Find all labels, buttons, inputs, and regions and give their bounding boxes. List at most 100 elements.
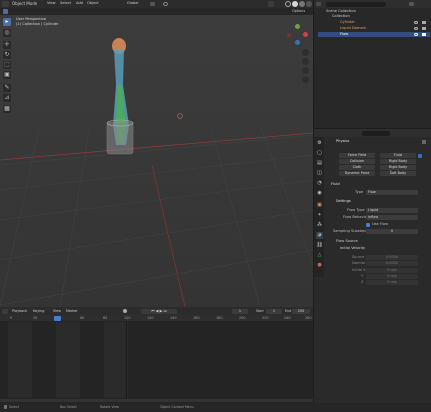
use-flow-label: Use Flow — [372, 222, 389, 226]
initial-y-field[interactable]: 0 m/s — [366, 274, 418, 279]
source-field[interactable]: 0.0000 — [366, 255, 418, 260]
zoom-icon[interactable] — [302, 49, 309, 56]
solid-shading-icon[interactable] — [292, 1, 298, 7]
select-box-icon[interactable] — [3, 9, 8, 14]
material-shading-icon[interactable] — [299, 1, 305, 7]
current-frame-field[interactable]: 1 — [232, 308, 248, 314]
rendered-shading-icon[interactable] — [306, 1, 312, 7]
tab-view-layer[interactable]: ◫ — [316, 170, 323, 177]
use-flow-checkbox[interactable] — [366, 222, 370, 227]
menu-select[interactable]: Select — [60, 1, 71, 6]
tab-material[interactable]: ● — [316, 262, 323, 269]
render-camera-icon-2[interactable] — [422, 27, 426, 30]
proportional-icon[interactable] — [163, 2, 168, 6]
orientation-dropdown[interactable]: Global — [127, 1, 138, 6]
flow-source-header[interactable]: Flow Source — [336, 239, 358, 244]
timeline-menu-keying[interactable]: Keying — [33, 309, 44, 313]
normal-field[interactable]: 0.0000 — [366, 261, 418, 266]
timeline-menu-playback[interactable]: Playback — [12, 309, 27, 313]
options-dropdown[interactable]: Options — [292, 9, 305, 13]
tab-output[interactable]: ▤ — [316, 160, 323, 167]
dynamic-paint-button[interactable]: Dynamic Paint — [339, 171, 375, 176]
snap-icon[interactable] — [150, 2, 155, 6]
transform-tool-icon[interactable]: ▣ — [3, 71, 11, 79]
menu-view[interactable]: View — [47, 1, 56, 6]
timeline-menu-view[interactable]: View — [53, 309, 61, 313]
rotate-tool-icon[interactable]: ↻ — [3, 51, 11, 59]
gizmo-x-icon[interactable] — [303, 32, 308, 37]
end-field[interactable]: 250 — [292, 308, 310, 314]
tab-tool[interactable]: ⚙ — [316, 140, 323, 147]
annotate-tool-icon[interactable]: ✎ — [3, 84, 11, 92]
ortho-icon[interactable] — [302, 76, 309, 83]
gizmo-y-icon[interactable] — [295, 24, 300, 29]
properties-search-input[interactable] — [362, 130, 390, 136]
fluid-object[interactable] — [0, 15, 313, 307]
menu-add[interactable]: Add — [76, 1, 83, 6]
move-tool-icon[interactable]: ✛ — [3, 41, 11, 49]
visibility-eye-icon-2[interactable] — [414, 27, 418, 30]
settings-section-header[interactable]: Settings — [336, 199, 351, 204]
cursor-tool-icon[interactable]: ◎ — [3, 29, 11, 37]
rigid-body-constraint-button[interactable]: Rigid Body Constraint — [380, 165, 416, 174]
sampling-field[interactable]: 0 — [366, 229, 418, 234]
overlay-icon[interactable] — [268, 1, 274, 7]
initial-z-label: Z — [361, 280, 364, 284]
start-field[interactable]: 1 — [266, 308, 282, 314]
visibility-eye-icon-3[interactable] — [414, 33, 418, 36]
tab-object[interactable]: ▣ — [316, 202, 323, 209]
initial-z-field[interactable]: 0 m/s — [366, 280, 418, 285]
render-camera-icon-3[interactable] — [422, 33, 426, 36]
cloth-button[interactable]: Cloth — [339, 165, 375, 170]
outliner-filter-icon[interactable] — [316, 2, 321, 6]
playhead[interactable] — [54, 315, 61, 321]
playback-controls[interactable]: ⏮ ◀ ▶ ⏭ — [141, 308, 177, 314]
fluid-button[interactable]: Fluid — [380, 153, 416, 158]
render-camera-icon[interactable] — [422, 21, 426, 24]
mode-dropdown[interactable]: Object Mode — [12, 2, 37, 6]
tab-constraints[interactable]: ⛓ — [316, 242, 323, 249]
tab-modifiers[interactable]: ✦ — [316, 212, 323, 219]
outliner-funnel-icon[interactable] — [409, 2, 414, 6]
tab-scene[interactable]: ◔ — [316, 180, 323, 187]
tab-render[interactable]: ▢ — [316, 150, 323, 157]
wireframe-shading-icon[interactable] — [285, 1, 291, 7]
3d-viewport[interactable]: User Perspective (1) Collection | Cylind… — [0, 15, 313, 307]
tab-physics[interactable]: ◕ — [316, 232, 323, 239]
timeline-area[interactable] — [0, 315, 313, 403]
tab-world[interactable]: ◉ — [316, 190, 323, 197]
editor-type-icon[interactable] — [2, 1, 9, 7]
menu-object[interactable]: Object — [87, 1, 99, 6]
pin-icon[interactable] — [422, 140, 426, 144]
visibility-eye-icon[interactable] — [414, 21, 418, 24]
camera-icon[interactable] — [302, 67, 309, 74]
timeline-menu-marker[interactable]: Marker — [66, 309, 78, 313]
record-icon[interactable] — [123, 309, 127, 313]
scale-tool-icon[interactable]: ⬚ — [3, 61, 11, 69]
measure-tool-icon[interactable]: ⊿ — [3, 94, 11, 102]
force-field-button[interactable]: Force Field — [339, 153, 375, 158]
initial-x-label: Initial X — [352, 268, 366, 272]
initial-x-field[interactable]: 0 m/s — [366, 268, 418, 273]
add-cube-tool-icon[interactable]: ▦ — [3, 105, 11, 113]
fluid-section-header[interactable]: Fluid — [331, 182, 340, 187]
initial-velocity-header[interactable]: Initial Velocity — [340, 246, 365, 251]
rigid-body-button[interactable]: Rigid Body — [380, 159, 416, 164]
timeline-scrollbar[interactable] — [0, 399, 313, 402]
flow-type-dropdown[interactable]: Liquid — [366, 208, 418, 213]
timeline-editor-icon[interactable] — [2, 308, 8, 314]
type-dropdown[interactable]: Flow — [366, 190, 418, 195]
gizmo-negx-icon[interactable] — [287, 33, 291, 37]
flow-behavior-dropdown[interactable]: Inflow — [366, 215, 418, 220]
fluid-remove-icon[interactable] — [418, 153, 422, 158]
navigation-gizmo[interactable] — [287, 24, 309, 46]
pan-icon[interactable] — [302, 58, 309, 65]
tab-data[interactable]: △ — [316, 252, 323, 259]
collision-button[interactable]: Collision — [339, 159, 375, 164]
soft-body-button[interactable]: Soft Body — [380, 171, 416, 176]
select-tool-icon[interactable]: ▸ — [3, 18, 11, 26]
tab-particles[interactable]: ⁂ — [316, 222, 323, 229]
outliner-row-collection[interactable]: Collection — [318, 14, 430, 19]
gizmo-z-icon[interactable] — [295, 40, 300, 45]
outliner-search-input[interactable] — [326, 1, 386, 7]
